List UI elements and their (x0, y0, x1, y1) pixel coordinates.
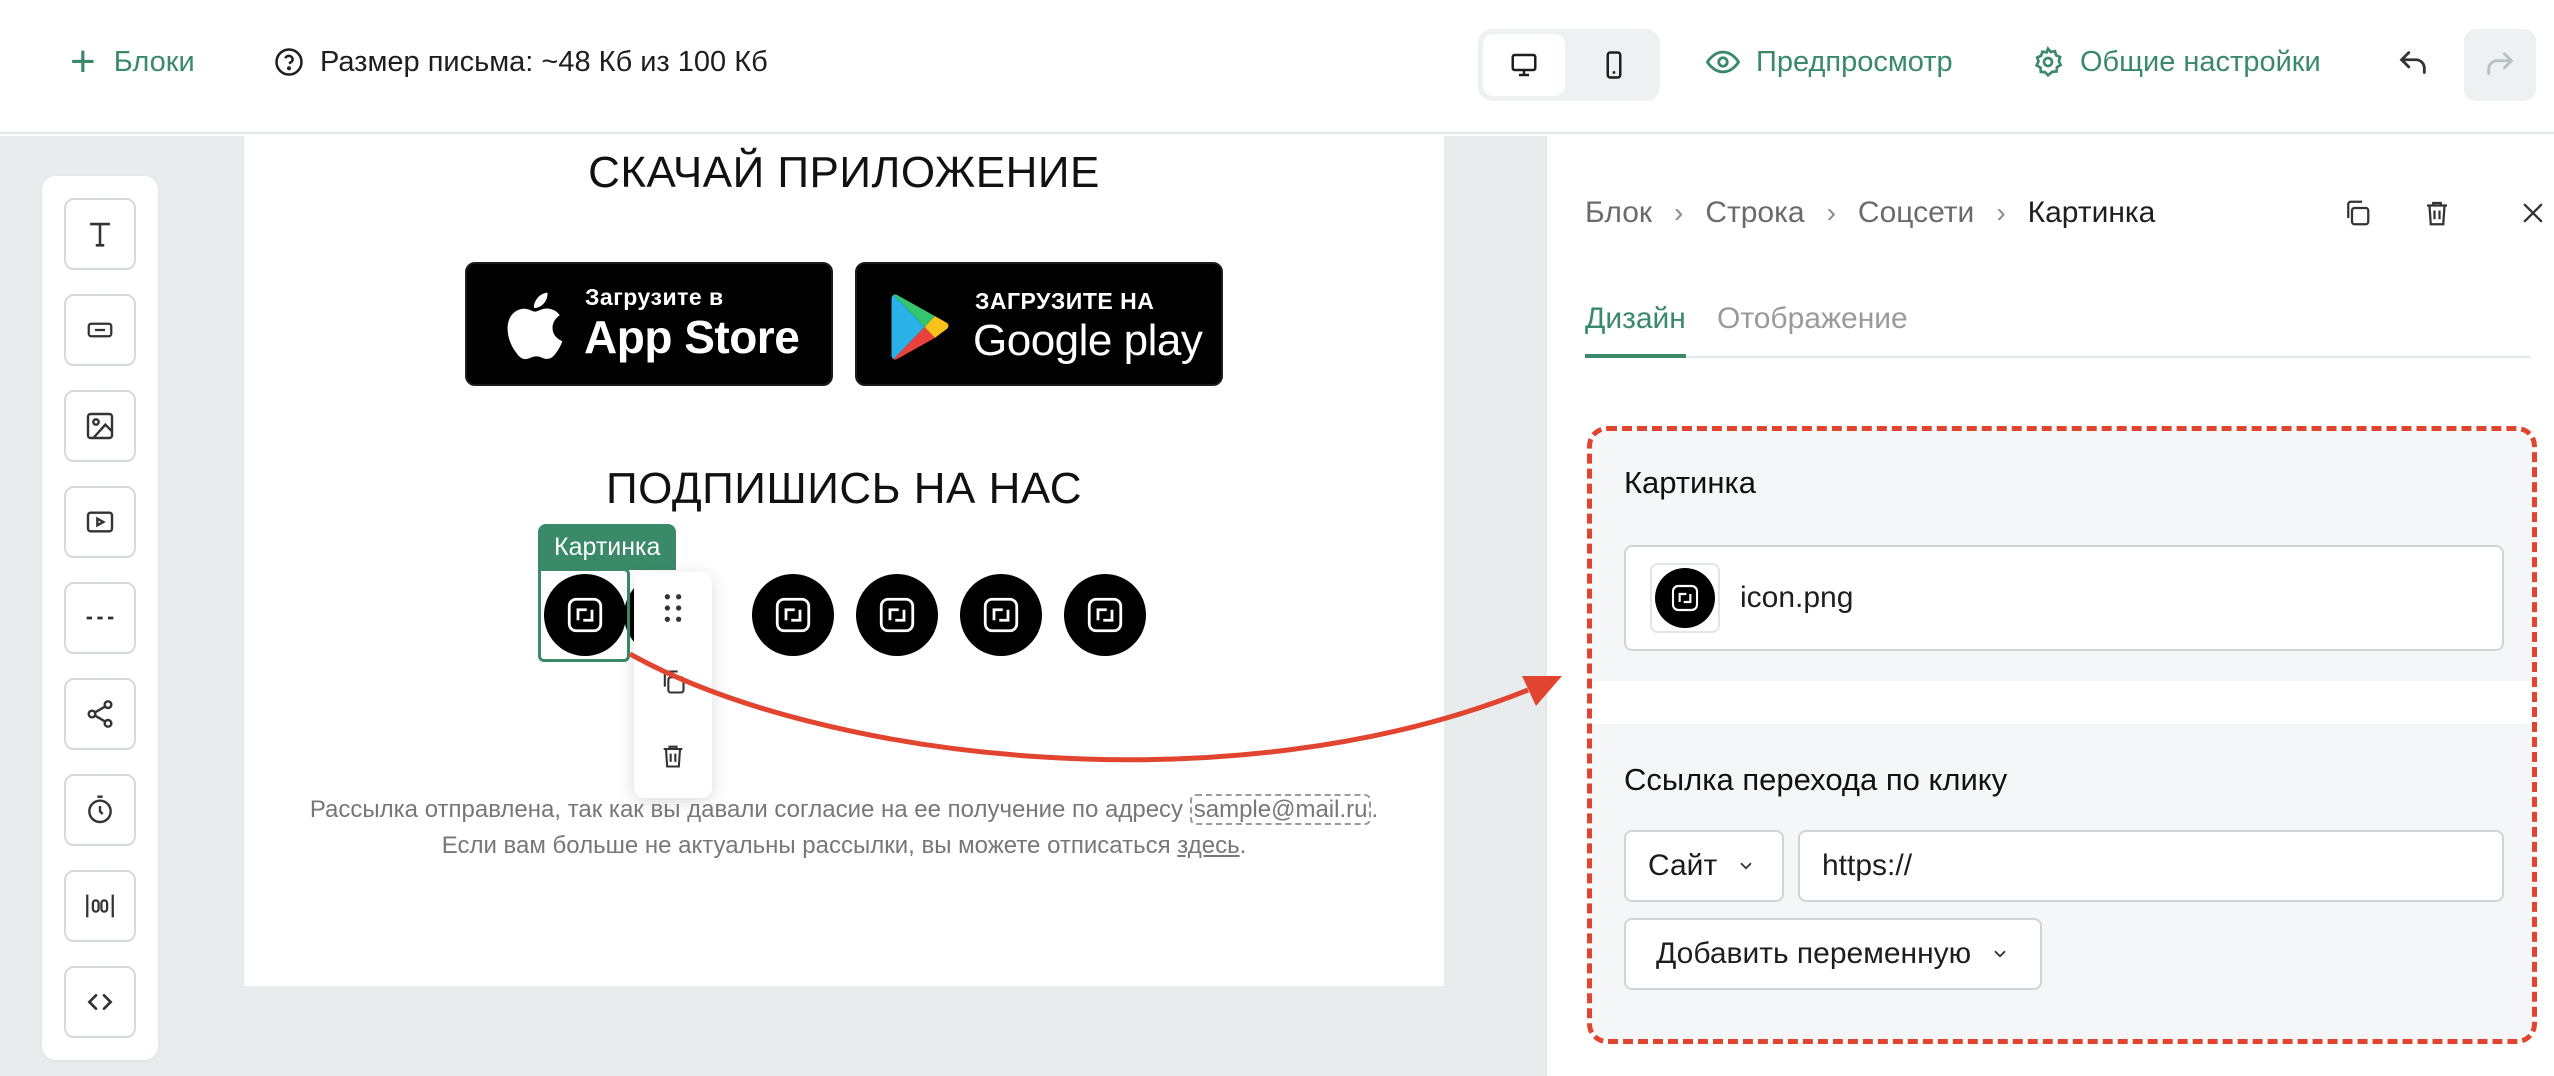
undo-button[interactable] (2388, 36, 2438, 92)
image-block-tool[interactable] (64, 390, 136, 462)
chevron-right-icon: › (1674, 197, 1684, 228)
email-size-info: Размер письма: ~48 Кб из 100 Кб (274, 0, 768, 124)
close-panel-button[interactable] (2509, 188, 2554, 238)
selected-element-frame[interactable] (538, 568, 630, 662)
footer-consent-text: Рассылка отправлена, так как вы давали с… (244, 792, 1444, 828)
image-placeholder-icon (775, 597, 811, 633)
copy-icon (663, 670, 685, 694)
blocks-toolbar (42, 176, 158, 1060)
email-variable[interactable]: sample@mail.ru (1189, 794, 1372, 825)
social-icon[interactable] (752, 574, 834, 656)
preview-button[interactable]: Предпросмотр (1706, 0, 1953, 124)
highlight-annotation-box (1587, 426, 2537, 1044)
image-placeholder-icon (983, 597, 1019, 633)
settings-panel: Блок › Строка › Соцсети › Картинка Дизай… (1545, 136, 2554, 1076)
video-block-tool[interactable] (64, 486, 136, 558)
timer-block-tool[interactable] (64, 774, 136, 846)
blocks-label: Блоки (113, 45, 195, 78)
app-store-big-text: App Store (584, 311, 800, 363)
breadcrumb-image: Картинка (2027, 196, 2156, 229)
chevron-right-icon: › (1826, 197, 1836, 228)
email-size-label: Размер письма: ~48 Кб из 100 Кб (320, 45, 768, 78)
google-play-small-text: ЗАГРУЗИТЕ НА (975, 288, 1155, 314)
breadcrumb-row[interactable]: Строка (1705, 196, 1804, 230)
image-placeholder-icon (879, 597, 915, 633)
footer-unsubscribe-text: Если вам больше не актуальны рассылки, в… (244, 828, 1444, 864)
button-block-tool[interactable] (64, 294, 136, 366)
columns-block-tool[interactable] (64, 870, 136, 942)
google-play-badge[interactable]: ЗАГРУЗИТЕ НА Google play (855, 262, 1223, 386)
duplicate-block-button[interactable] (2333, 188, 2381, 238)
desktop-icon (1511, 53, 1537, 77)
apple-icon (507, 292, 563, 360)
mobile-icon (1606, 51, 1622, 79)
unsubscribe-link[interactable]: здесь (1177, 832, 1239, 859)
panel-tabs: Дизайн Отображение (1585, 296, 2531, 358)
download-app-heading[interactable]: СКАЧАЙ ПРИЛОЖЕНИЕ (244, 148, 1444, 198)
breadcrumb-social[interactable]: Соцсети (1858, 196, 1974, 230)
footer-unsubscribe-prefix: Если вам больше не актуальны рассылки, в… (441, 832, 1178, 859)
close-icon (2523, 203, 2543, 223)
footer-consent-prefix: Рассылка отправлена, так как вы давали с… (309, 796, 1190, 823)
google-play-icon (891, 294, 949, 360)
editor-canvas: СКАЧАЙ ПРИЛОЖЕНИЕ Загрузите в App Store … (0, 136, 1545, 1076)
selected-element-label: Картинка (538, 524, 677, 570)
divider-icon (86, 616, 114, 620)
google-play-big-text: Google play (973, 316, 1203, 365)
breadcrumb: Блок › Строка › Соцсети › Картинка (1585, 188, 2155, 238)
app-store-badge[interactable]: Загрузите в App Store (465, 262, 833, 386)
delete-block-button[interactable] (2413, 188, 2461, 238)
timer-icon (88, 795, 112, 824)
social-icon[interactable] (1064, 574, 1146, 656)
duplicate-element-button[interactable] (634, 652, 712, 712)
social-icon[interactable] (960, 574, 1042, 656)
general-settings-label: Общие настройки (2080, 45, 2321, 78)
top-bar: + Блоки Размер письма: ~48 Кб из 100 Кб … (0, 0, 2554, 134)
redo-button[interactable] (2464, 29, 2536, 101)
desktop-view-button[interactable] (1483, 34, 1565, 96)
question-circle-icon[interactable] (274, 47, 304, 77)
chevron-right-icon: › (1996, 197, 2006, 228)
preview-label: Предпросмотр (1756, 45, 1953, 78)
image-icon (86, 412, 114, 440)
trash-icon (2427, 201, 2447, 226)
mobile-view-button[interactable] (1573, 34, 1655, 96)
divider-block-tool[interactable] (64, 582, 136, 654)
add-blocks-button[interactable]: + Блоки (70, 0, 195, 124)
drag-dots-icon (664, 594, 682, 622)
delete-element-button[interactable] (634, 726, 712, 786)
tab-design[interactable]: Дизайн (1585, 296, 1686, 358)
element-context-menu (634, 572, 712, 798)
undo-icon (2399, 51, 2426, 74)
video-icon (86, 511, 114, 533)
drag-handle[interactable] (634, 578, 712, 638)
gear-icon (2034, 46, 2063, 78)
device-toggle (1478, 29, 1660, 101)
footer-unsubscribe-suffix: . (1239, 832, 1247, 859)
general-settings-button[interactable]: Общие настройки (2032, 0, 2321, 124)
trash-icon (663, 745, 683, 768)
button-icon (87, 322, 113, 338)
footer-consent-suffix: . (1371, 796, 1379, 823)
app-store-small-text: Загрузите в (585, 284, 724, 310)
plus-icon: + (70, 37, 96, 86)
html-block-tool[interactable] (64, 966, 136, 1038)
subscribe-heading[interactable]: ПОДПИШИСЬ НА НАС (244, 464, 1444, 514)
social-block-tool[interactable] (64, 678, 136, 750)
breadcrumb-block[interactable]: Блок (1585, 196, 1652, 230)
eye-icon (1706, 50, 1740, 74)
text-icon (90, 222, 110, 247)
redo-icon (2487, 52, 2514, 75)
copy-icon (2347, 200, 2370, 226)
tab-display[interactable]: Отображение (1717, 296, 1908, 358)
social-icon[interactable] (856, 574, 938, 656)
email-body: СКАЧАЙ ПРИЛОЖЕНИЕ Загрузите в App Store … (244, 136, 1444, 986)
columns-icon (86, 894, 114, 918)
code-icon (87, 994, 113, 1010)
text-block-tool[interactable] (64, 198, 136, 270)
image-placeholder-icon (1087, 597, 1123, 633)
share-icon (87, 700, 113, 728)
